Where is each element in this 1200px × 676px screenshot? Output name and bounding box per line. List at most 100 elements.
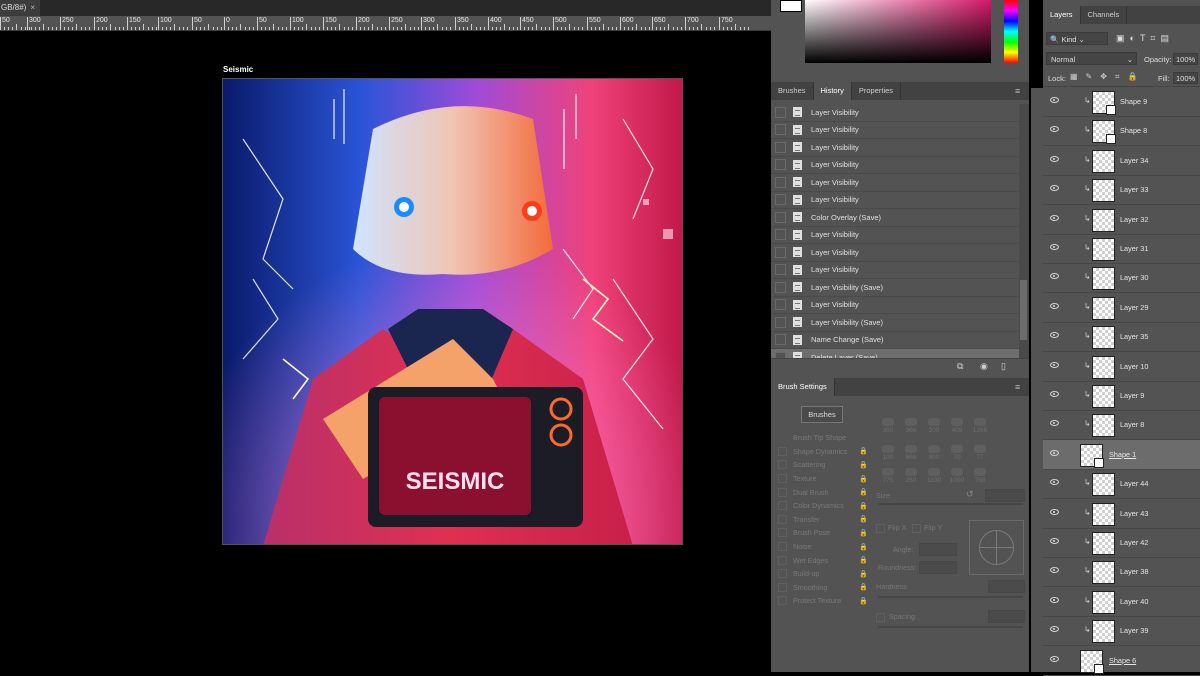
history-item[interactable]: Layer Visibility: [771, 262, 1019, 279]
layer-row[interactable]: ↳ Layer 29: [1043, 293, 1200, 323]
brush-option[interactable]: Noise 🔒: [778, 540, 868, 554]
lock-icon[interactable]: 🔒: [859, 597, 868, 605]
brush-option-checkbox[interactable]: [778, 514, 787, 524]
history-snapshot-checkbox[interactable]: [775, 176, 786, 188]
history-snapshot-checkbox[interactable]: [775, 159, 786, 171]
layer-thumbnail[interactable]: [1080, 443, 1104, 468]
lock-icon[interactable]: 🔒: [859, 461, 868, 469]
lock-icon[interactable]: 🔒: [859, 543, 868, 551]
brush-option-checkbox[interactable]: [778, 474, 787, 484]
layer-row[interactable]: ↳ Layer 33: [1043, 175, 1200, 206]
layer-row[interactable]: ↳ Layer 32: [1043, 205, 1200, 235]
history-snapshot-checkbox[interactable]: [775, 246, 786, 258]
layer-row[interactable]: ↳ Layer 42: [1043, 528, 1200, 558]
layer-row[interactable]: ↳ Layer 43: [1043, 499, 1200, 529]
layer-name[interactable]: Layer 8: [1120, 420, 1144, 429]
snapshot-camera-icon[interactable]: ◉: [980, 361, 988, 372]
history-item[interactable]: Layer Visibility: [771, 122, 1019, 139]
history-snapshot-checkbox[interactable]: [775, 264, 786, 276]
layer-name[interactable]: Layer 43: [1120, 509, 1148, 518]
brush-option[interactable]: Color Dynamics 🔒: [778, 499, 868, 513]
panel-menu-icon[interactable]: ≡: [1015, 378, 1025, 396]
history-snapshot-checkbox[interactable]: [775, 124, 786, 136]
layer-name[interactable]: Layer 32: [1120, 215, 1148, 224]
lock-icon[interactable]: 🔒: [859, 447, 868, 455]
layer-row[interactable]: ↳ Layer 40: [1043, 587, 1200, 617]
history-snapshot-checkbox[interactable]: [775, 229, 786, 241]
history-item[interactable]: Delete Layer (Save): [771, 349, 1019, 358]
lock-icon[interactable]: 🔒: [859, 529, 868, 537]
history-snapshot-checkbox[interactable]: [775, 106, 786, 118]
layer-thumbnail[interactable]: [1092, 620, 1115, 644]
layer-name[interactable]: Shape 8: [1120, 126, 1147, 135]
reset-size-icon[interactable]: ↺: [966, 489, 974, 500]
fill-field[interactable]: 100%: [1173, 72, 1198, 84]
history-scroll-thumb[interactable]: [1020, 280, 1027, 340]
brush-option-checkbox[interactable]: [778, 555, 787, 565]
layer-row[interactable]: ↳ Layer 34: [1043, 146, 1200, 176]
size-value-field[interactable]: [985, 489, 1025, 502]
panel-menu-icon[interactable]: ≡: [1015, 82, 1025, 100]
history-snapshot-checkbox[interactable]: [775, 194, 786, 206]
history-item[interactable]: Layer Visibility (Save): [771, 314, 1019, 332]
spacing-field[interactable]: [988, 610, 1025, 623]
layer-row[interactable]: ↳ Layer 10: [1043, 352, 1200, 382]
layer-name[interactable]: Layer 33: [1120, 185, 1148, 194]
tab-brushes[interactable]: Brushes: [771, 82, 814, 100]
layer-row[interactable]: ↳ Layer 38: [1043, 557, 1200, 588]
brush-preset[interactable]: 70: [946, 445, 968, 461]
layer-thumbnail[interactable]: [1092, 561, 1115, 585]
lock-icon[interactable]: 🔒: [859, 583, 868, 591]
visibility-eye-icon[interactable]: [1050, 126, 1059, 133]
brush-option[interactable]: Brush Tip Shape: [778, 431, 868, 445]
tab-history[interactable]: History: [813, 82, 852, 100]
layer-name[interactable]: Layer 35: [1120, 332, 1148, 341]
history-snapshot-checkbox[interactable]: [775, 334, 786, 346]
layer-row[interactable]: ↳ Shape 9: [1043, 87, 1200, 117]
flip-x-checkbox[interactable]: Flip X: [876, 523, 906, 533]
layer-row[interactable]: Shape 6: [1043, 646, 1200, 676]
history-snapshot-checkbox[interactable]: [775, 141, 786, 153]
visibility-eye-icon[interactable]: [1050, 244, 1059, 250]
tab-brush-settings[interactable]: Brush Settings: [771, 378, 835, 396]
layer-thumbnail[interactable]: [1092, 532, 1115, 555]
visibility-eye-icon[interactable]: [1050, 420, 1059, 427]
history-item[interactable]: Layer Visibility: [771, 227, 1019, 244]
layer-row[interactable]: ↳ Layer 9: [1043, 381, 1200, 411]
lock-icon[interactable]: 🔒: [859, 475, 868, 483]
brush-preset[interactable]: 1100: [923, 468, 945, 482]
spacing-checkbox[interactable]: Spacing: [876, 612, 915, 622]
visibility-eye-icon[interactable]: [1050, 332, 1059, 339]
tab-channels[interactable]: Channels: [1081, 6, 1128, 24]
visibility-eye-icon[interactable]: [1050, 567, 1059, 574]
brush-preset[interactable]: 1000: [946, 468, 968, 482]
layer-name[interactable]: Layer 40: [1120, 597, 1148, 606]
brush-option[interactable]: Build-up 🔒: [778, 567, 868, 581]
brush-preset[interactable]: 409: [946, 418, 968, 434]
layer-name[interactable]: Shape 6: [1109, 656, 1136, 665]
layer-row[interactable]: ↳ Layer 31: [1043, 234, 1200, 264]
layer-thumbnail[interactable]: [1092, 502, 1115, 526]
visibility-eye-icon[interactable]: [1050, 508, 1059, 515]
brush-preset[interactable]: 768: [969, 468, 991, 482]
brush-angle-preview[interactable]: [969, 520, 1024, 575]
history-snapshot-checkbox[interactable]: [775, 211, 786, 223]
layer-thumbnail[interactable]: [1092, 326, 1115, 350]
visibility-eye-icon[interactable]: [1050, 538, 1059, 544]
visibility-eye-icon[interactable]: [1050, 361, 1059, 368]
brush-option[interactable]: Dual Brush 🔒: [778, 485, 868, 499]
brush-option-checkbox[interactable]: [778, 460, 787, 470]
foreground-color-swatch[interactable]: [780, 0, 802, 12]
layer-thumbnail[interactable]: [1092, 414, 1115, 438]
brush-option-checkbox[interactable]: [778, 569, 787, 579]
history-item[interactable]: Layer Visibility: [771, 244, 1019, 262]
visibility-eye-icon[interactable]: [1050, 302, 1059, 309]
brush-preset[interactable]: 100: [877, 445, 899, 461]
layer-thumbnail[interactable]: [1092, 179, 1115, 203]
layer-thumbnail[interactable]: [1092, 267, 1115, 291]
layer-row[interactable]: ↳ Layer 30: [1043, 263, 1200, 294]
hue-slider[interactable]: [1004, 0, 1018, 63]
size-slider[interactable]: [878, 503, 1023, 505]
history-item[interactable]: Layer Visibility: [771, 192, 1019, 209]
brush-option-checkbox[interactable]: [778, 446, 787, 456]
